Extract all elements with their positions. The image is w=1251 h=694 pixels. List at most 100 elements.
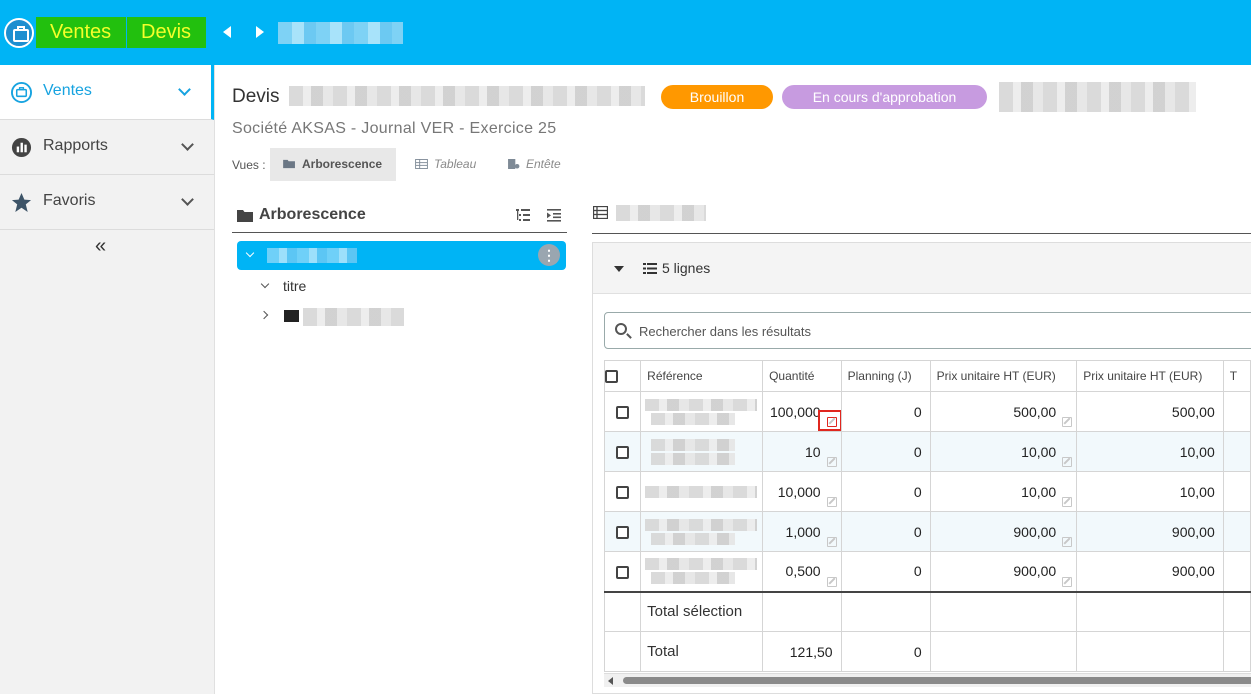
table-row[interactable]: 10,000 0 10,00 10,00	[603, 471, 1251, 512]
row-checkbox[interactable]	[616, 566, 630, 580]
total-label: Total	[640, 631, 764, 672]
total-selection-row: Total sélection	[603, 590, 1251, 632]
row-checkbox-cell[interactable]	[603, 431, 642, 472]
unit-price-cell-2[interactable]: 900,00	[1076, 551, 1224, 592]
unit-price-cell[interactable]: 500,00	[929, 391, 1078, 432]
row-checkbox[interactable]	[616, 526, 630, 540]
indent-icon[interactable]	[546, 207, 562, 223]
edit-icon[interactable]	[1062, 576, 1073, 587]
select-all-checkbox[interactable]	[605, 370, 618, 384]
total-row: Total 121,50 0	[603, 631, 1251, 672]
chevron-down-icon	[181, 193, 194, 206]
briefcase-icon[interactable]	[4, 18, 34, 48]
package-icon	[284, 310, 299, 322]
unit-price-cell[interactable]: 900,00	[929, 551, 1078, 592]
unit-price-cell[interactable]: 10,00	[929, 471, 1078, 512]
previous-arrow-icon[interactable]	[223, 26, 231, 38]
edit-icon[interactable]	[1062, 537, 1073, 547]
planning-cell[interactable]: 0	[840, 551, 931, 592]
column-header-prix-unitaire[interactable]: Prix unitaire HT (EUR)	[929, 360, 1078, 392]
planning-cell[interactable]: 0	[840, 391, 931, 432]
edit-icon[interactable]	[826, 537, 837, 547]
reference-cell[interactable]	[640, 431, 764, 472]
unit-price-cell-2[interactable]: 10,00	[1076, 471, 1224, 512]
planning-cell[interactable]: 0	[840, 471, 931, 512]
collapse-sidebar-icon[interactable]: «	[95, 235, 106, 258]
chevron-right-icon[interactable]	[259, 310, 269, 320]
edit-icon[interactable]	[826, 576, 837, 587]
column-header-prix-unitaire-2[interactable]: Prix unitaire HT (EUR)	[1076, 360, 1224, 392]
row-checkbox-cell[interactable]	[603, 511, 642, 552]
horizontal-scrollbar[interactable]	[604, 673, 1251, 687]
unit-price-value: 900,00	[1013, 563, 1057, 580]
row-checkbox-cell[interactable]	[603, 551, 642, 592]
unit-price-cell[interactable]: 10,00	[929, 431, 1078, 472]
row-checkbox-cell[interactable]	[603, 391, 642, 432]
more-options-icon[interactable]: ⋮	[538, 244, 560, 266]
quantity-cell[interactable]: 1,000	[762, 511, 842, 552]
row-checkbox[interactable]	[616, 486, 630, 500]
unit-price-cell-2[interactable]: 10,00	[1076, 431, 1224, 472]
next-arrow-icon[interactable]	[256, 26, 264, 38]
breadcrumb-ventes[interactable]: Ventes	[36, 17, 126, 48]
quantity-cell[interactable]: 10,000	[762, 471, 842, 512]
edit-icon[interactable]	[1062, 417, 1073, 427]
page-title: Devis	[232, 86, 280, 107]
sidebar-item-favoris[interactable]: Favoris	[0, 175, 214, 230]
table-row[interactable]: 10 0 10,00 10,00	[603, 431, 1251, 472]
unit-price-cell-2[interactable]: 500,00	[1076, 391, 1224, 432]
table-row[interactable]: 100,000 0 500,00 500,00	[603, 391, 1251, 432]
quantity-cell[interactable]: 10	[762, 431, 842, 472]
expand-tree-icon[interactable]	[515, 207, 531, 223]
edit-icon[interactable]	[826, 417, 837, 427]
quantity-cell[interactable]: 0,500	[762, 551, 842, 592]
view-tab-arborescence[interactable]: Arborescence	[270, 148, 396, 181]
caret-down-icon[interactable]	[614, 266, 624, 272]
column-header-planning[interactable]: Planning (J)	[840, 360, 931, 392]
row-checkbox-cell[interactable]	[603, 471, 642, 512]
edit-icon[interactable]	[1062, 497, 1073, 507]
scroll-left-icon[interactable]	[608, 677, 613, 685]
planning-cell[interactable]: 0	[840, 431, 931, 472]
chevron-down-icon[interactable]	[260, 279, 270, 289]
tree-divider	[232, 232, 567, 233]
lines-section-header[interactable]: 5 lignes	[593, 243, 1251, 294]
edit-icon[interactable]	[826, 497, 837, 507]
row-checkbox[interactable]	[616, 406, 630, 420]
planning-cell[interactable]: 0	[840, 511, 931, 552]
truncated-cell	[1222, 391, 1251, 432]
reference-cell[interactable]	[640, 391, 764, 432]
table-row[interactable]: 0,500 0 900,00 900,00	[603, 551, 1251, 592]
redacted-reference	[651, 452, 736, 465]
breadcrumb-devis[interactable]: Devis	[127, 17, 206, 48]
quantity-cell[interactable]: 100,000	[762, 391, 842, 432]
view-tab-tableau[interactable]: Tableau	[402, 148, 492, 181]
search-input[interactable]	[639, 321, 1239, 341]
top-bar: Ventes Devis	[0, 0, 1251, 65]
reference-cell[interactable]	[640, 471, 764, 512]
unit-price-value: 500,00	[1013, 403, 1057, 420]
redacted-reference	[645, 518, 758, 531]
tree-node-root[interactable]: ⋮	[237, 241, 566, 270]
reference-cell[interactable]	[640, 551, 764, 592]
edit-icon[interactable]	[826, 457, 837, 467]
sidebar-item-rapports[interactable]: Rapports	[0, 120, 214, 175]
unit-price-cell-2[interactable]: 900,00	[1076, 511, 1224, 552]
column-header-truncated[interactable]: T	[1222, 360, 1251, 392]
column-header-reference[interactable]: Référence	[640, 360, 764, 392]
scrollbar-thumb[interactable]	[623, 677, 1251, 684]
tree-node-titre[interactable]: titre	[283, 278, 306, 294]
table-row[interactable]: 1,000 0 900,00 900,00	[603, 511, 1251, 552]
unit-price-cell[interactable]: 900,00	[929, 511, 1078, 552]
column-header-quantite[interactable]: Quantité	[762, 360, 842, 392]
total-selection-planning	[840, 590, 931, 632]
select-all-checkbox-cell[interactable]	[603, 360, 642, 392]
sidebar-item-ventes[interactable]: Ventes	[0, 65, 214, 120]
chevron-down-icon[interactable]	[245, 248, 255, 258]
reference-cell[interactable]	[640, 511, 764, 552]
view-tab-entete[interactable]: Entête	[494, 148, 574, 181]
search-box[interactable]	[604, 312, 1251, 349]
row-checkbox[interactable]	[616, 446, 630, 460]
redacted-node-label[interactable]	[303, 308, 404, 326]
edit-icon[interactable]	[1062, 457, 1073, 467]
